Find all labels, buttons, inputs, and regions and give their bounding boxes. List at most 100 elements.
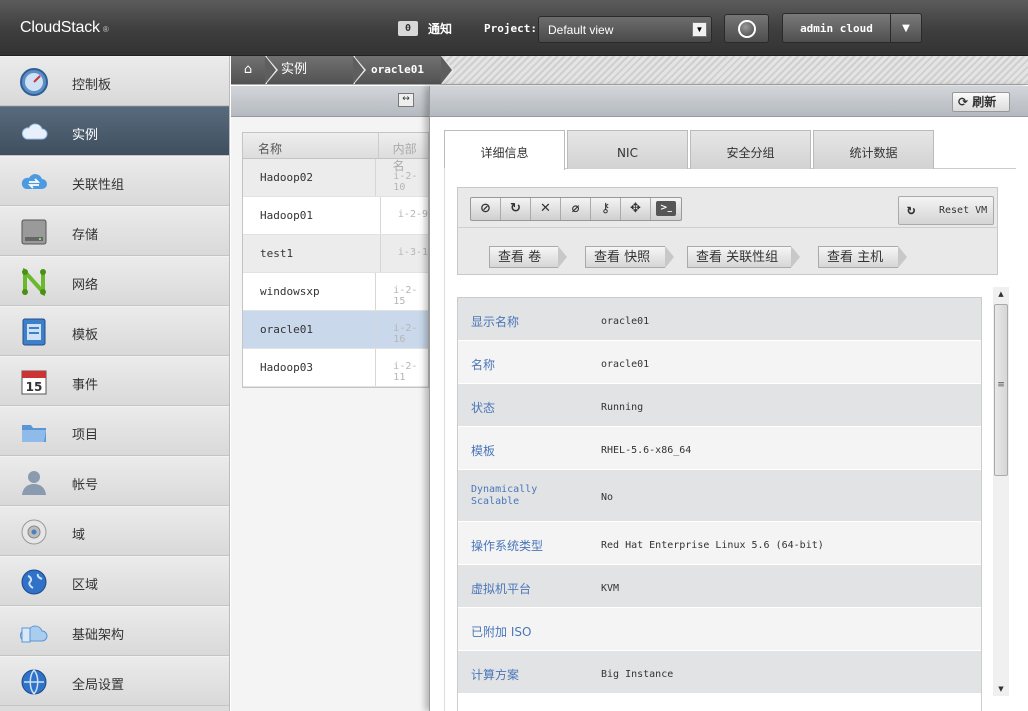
- expand-panel-button[interactable]: ↔: [398, 93, 414, 107]
- reset-vm-button[interactable]: ↻ Reset VM: [898, 196, 994, 225]
- table-row[interactable]: test1 i-3-1: [243, 235, 428, 273]
- instance-internal-name: i-2-10: [393, 171, 418, 193]
- field-label: 操作系统类型: [471, 539, 544, 553]
- detail-row: 显示名称 oracle01: [458, 298, 981, 341]
- expand-icon: ↔: [402, 94, 410, 104]
- instance-detail-pane: ⟳ 刷新 详细信息 NIC 安全分组 统计数据 ⊘ ↻ ✕ ⌀ ⚷ ✥ >_ ↻…: [429, 86, 1028, 711]
- sidebar-item-zones[interactable]: 区域: [0, 556, 229, 606]
- affinity-icon: [21, 174, 47, 189]
- language-button[interactable]: [724, 14, 769, 43]
- field-label: 模板: [471, 444, 496, 458]
- instance-table: 名称 内部名 Hadoop02 i-2-10 Hadoop01 i-2-9 test…: [242, 132, 429, 388]
- field-label: 已附加 ISO: [471, 625, 532, 639]
- sidebar-item-label: 项目: [72, 428, 99, 443]
- refresh-button[interactable]: ⟳ 刷新: [952, 92, 1010, 112]
- tab-details[interactable]: 详细信息: [444, 130, 565, 170]
- instance-name: windowsxp: [243, 273, 377, 310]
- instance-name: Hadoop02: [243, 159, 377, 196]
- view-host-button[interactable]: 查看 主机: [818, 246, 907, 268]
- attach-iso-icon[interactable]: ⌀: [561, 198, 591, 220]
- console-icon[interactable]: >_: [651, 198, 681, 220]
- detail-row: 计算方案 Big Instance: [458, 651, 981, 694]
- table-row-selected[interactable]: oracle01 i-2-16: [243, 311, 428, 349]
- reset-icon: ↻: [907, 202, 916, 218]
- breadcrumb-current[interactable]: oracle01: [355, 56, 454, 84]
- sidebar-item-projects[interactable]: 项目: [0, 406, 229, 456]
- top-bar: CloudStack ® 0 通知 Project: Default view ▼ …: [0, 0, 1028, 56]
- sidebar-item-dashboard[interactable]: 控制板: [0, 56, 229, 106]
- field-label: 显示名称: [471, 315, 520, 329]
- instance-name: oracle01: [243, 311, 377, 348]
- sidebar-item-label: 区域: [72, 578, 99, 593]
- view-button-label: 查看 卷: [498, 250, 542, 265]
- sidebar: 控制板 实例 关联性组 存储 网络 模板 15 事件 项目 帐号 域 区域 基础…: [0, 56, 230, 711]
- detail-row: 已附加 ISO: [458, 608, 981, 651]
- field-value: Running: [601, 402, 644, 413]
- breadcrumb-home[interactable]: ⌂: [231, 56, 278, 84]
- view-volumes-button[interactable]: 查看 卷: [489, 246, 567, 268]
- home-icon: ⌂: [243, 62, 253, 77]
- list-pane-header: ↔: [231, 86, 429, 117]
- project-select[interactable]: Default view ▼: [538, 16, 712, 43]
- detail-tabs: 详细信息 NIC 安全分组 统计数据: [444, 130, 1016, 170]
- sidebar-item-domains[interactable]: 域: [0, 506, 229, 556]
- migrate-icon[interactable]: ✥: [621, 198, 651, 220]
- user-menu-dropdown[interactable]: ▼: [890, 13, 922, 43]
- column-header-internal-name[interactable]: 内部名: [379, 133, 428, 173]
- sidebar-item-instances[interactable]: 实例: [0, 106, 229, 156]
- user-menu-button[interactable]: admin cloud: [782, 13, 891, 43]
- view-affinity-groups-button[interactable]: 查看 关联性组: [687, 246, 800, 268]
- breadcrumb-label: 实例: [281, 62, 308, 77]
- instance-internal-name: i-2-11: [393, 361, 418, 383]
- table-row[interactable]: Hadoop01 i-2-9: [243, 197, 428, 235]
- field-label: Dynamically Scalable: [471, 484, 538, 507]
- detail-fields-table: 显示名称 oracle01 名称 oracle01 状态 Running 模板 RHEL…: [457, 297, 982, 711]
- toolbar-divider: [458, 227, 997, 228]
- sidebar-item-infrastructure[interactable]: 基础架构: [0, 606, 229, 656]
- table-row[interactable]: Hadoop02 i-2-10: [243, 159, 428, 197]
- globe-icon: [21, 569, 47, 595]
- detail-row: 状态 Running: [458, 384, 981, 427]
- destroy-icon[interactable]: ✕: [531, 198, 561, 220]
- table-row[interactable]: Hadoop03 i-2-11: [243, 349, 428, 387]
- user-icon: [22, 471, 46, 495]
- sidebar-item-network[interactable]: 网络: [0, 256, 229, 306]
- refresh-icon: ⟳: [958, 95, 969, 109]
- notification-count-badge[interactable]: 0: [398, 21, 418, 36]
- sidebar-item-events[interactable]: 15 事件: [0, 356, 229, 406]
- detail-pane-header: ⟳ 刷新: [430, 86, 1028, 117]
- scroll-thumb[interactable]: ≡: [994, 304, 1008, 476]
- detail-row: 虚拟机平台 KVM: [458, 565, 981, 608]
- detail-row: 模板 RHEL-5.6-x86_64: [458, 427, 981, 470]
- app-name: CloudStack: [20, 19, 100, 36]
- sidebar-item-templates[interactable]: 模板: [0, 306, 229, 356]
- notifications-link[interactable]: 通知: [428, 20, 452, 37]
- sidebar-item-accounts[interactable]: 帐号: [0, 456, 229, 506]
- app-logo[interactable]: CloudStack ®: [20, 19, 109, 37]
- stop-icon[interactable]: ⊘: [471, 198, 501, 220]
- storage-icon: [21, 219, 47, 245]
- sidebar-item-global-settings[interactable]: 全局设置: [0, 656, 229, 706]
- scroll-up-icon[interactable]: ▲: [993, 287, 1009, 301]
- reboot-icon[interactable]: ↻: [501, 198, 531, 220]
- chevron-down-icon[interactable]: ▼: [692, 22, 707, 37]
- domain-icon: [21, 519, 47, 545]
- sidebar-item-affinity-groups[interactable]: 关联性组: [0, 156, 229, 206]
- dashboard-icon: [20, 68, 48, 96]
- breadcrumb-label: oracle01: [371, 63, 424, 76]
- detail-row: Dynamically Scalable No: [458, 470, 981, 522]
- tab-statistics[interactable]: 统计数据: [813, 130, 934, 169]
- sidebar-item-label: 控制板: [72, 78, 112, 93]
- sidebar-item-storage[interactable]: 存储: [0, 206, 229, 256]
- view-snapshots-button[interactable]: 查看 快照: [585, 246, 674, 268]
- breadcrumb-instances[interactable]: 实例: [267, 56, 366, 84]
- sidebar-item-label: 基础架构: [72, 628, 125, 643]
- column-header-name[interactable]: 名称: [243, 133, 379, 158]
- detail-scrollbar[interactable]: ▲ ≡ ▼: [993, 287, 1009, 696]
- folder-icon: [22, 425, 46, 442]
- table-row[interactable]: windowsxp i-2-15: [243, 273, 428, 311]
- scroll-down-icon[interactable]: ▼: [993, 682, 1009, 696]
- tab-nic[interactable]: NIC: [567, 130, 688, 169]
- tab-security-groups[interactable]: 安全分组: [690, 130, 811, 169]
- reset-password-icon[interactable]: ⚷: [591, 198, 621, 220]
